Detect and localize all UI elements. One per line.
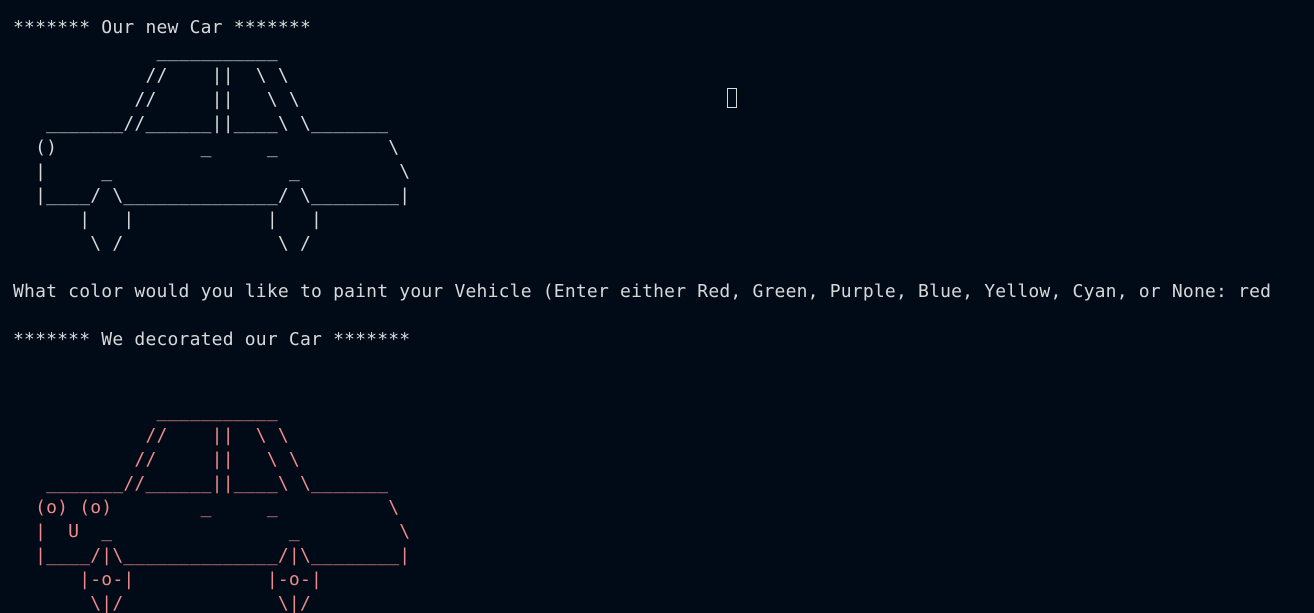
- color-prompt-line[interactable]: What color would you like to paint your …: [13, 280, 1271, 304]
- color-prompt: What color would you like to paint your …: [13, 281, 1239, 302]
- text-cursor: [727, 88, 737, 108]
- user-answer: red: [1238, 281, 1272, 302]
- heading-new-car: ******* Our new Car *******: [13, 17, 311, 38]
- terminal-window[interactable]: ******* Our new Car ******* ___________ …: [0, 0, 1314, 613]
- heading-decorated-car: ******* We decorated our Car *******: [13, 329, 411, 350]
- car-ascii-plain: ___________ // || \ \ // || \ \ _______/…: [35, 41, 411, 254]
- car-ascii-decorated: ___________ // || \ \ // || \ \ _______/…: [35, 401, 411, 613]
